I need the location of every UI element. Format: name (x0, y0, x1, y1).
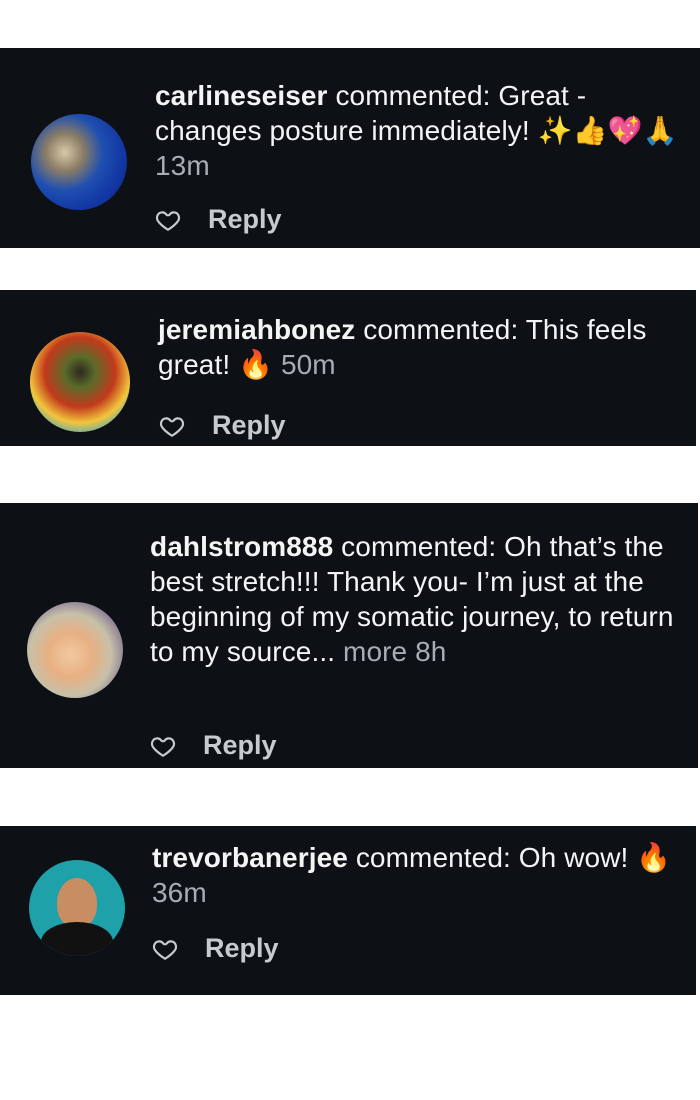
more-link[interactable]: more (343, 636, 407, 667)
comment-card: dahlstrom888 commented: Oh that’s the be… (0, 503, 698, 768)
timestamp: 8h (415, 636, 447, 667)
avatar-face (57, 878, 97, 928)
reply-button[interactable]: Reply (208, 204, 282, 235)
avatar[interactable] (27, 602, 123, 698)
comment-card: trevorbanerjee commented: Oh wow! 🔥 36m … (0, 826, 696, 995)
reply-button[interactable]: Reply (205, 933, 279, 964)
comment-body: commented: Oh wow! 🔥 (355, 842, 672, 873)
timestamp: 50m (280, 349, 336, 380)
reply-button[interactable]: Reply (212, 410, 286, 441)
username[interactable]: trevorbanerjee (152, 842, 348, 873)
comment-text: trevorbanerjee commented: Oh wow! 🔥 36m (152, 840, 692, 910)
timestamp: 36m (152, 877, 207, 908)
comment-card: jeremiahbonez commented: This feels grea… (0, 290, 696, 446)
comment-text: carlineseiser commented: Great - changes… (155, 78, 690, 183)
heart-icon[interactable] (149, 733, 177, 759)
timestamp: 13m (155, 150, 210, 181)
heart-icon[interactable] (154, 207, 182, 233)
comment-text: dahlstrom888 commented: Oh that’s the be… (150, 529, 690, 669)
username[interactable]: carlineseiser (155, 80, 328, 111)
comment-actions: Reply (154, 204, 282, 235)
heart-icon[interactable] (158, 413, 186, 439)
avatar-torso (41, 922, 113, 956)
avatar[interactable] (31, 114, 127, 210)
comment-card: carlineseiser commented: Great - changes… (0, 48, 700, 248)
comment-actions: Reply (158, 410, 286, 441)
avatar[interactable] (29, 860, 125, 956)
comment-text: jeremiahbonez commented: This feels grea… (158, 312, 688, 382)
comment-actions: Reply (151, 933, 279, 964)
heart-icon[interactable] (151, 936, 179, 962)
username[interactable]: dahlstrom888 (150, 531, 333, 562)
avatar[interactable] (30, 332, 130, 432)
comment-actions: Reply (149, 730, 277, 761)
username[interactable]: jeremiahbonez (158, 314, 355, 345)
reply-button[interactable]: Reply (203, 730, 277, 761)
